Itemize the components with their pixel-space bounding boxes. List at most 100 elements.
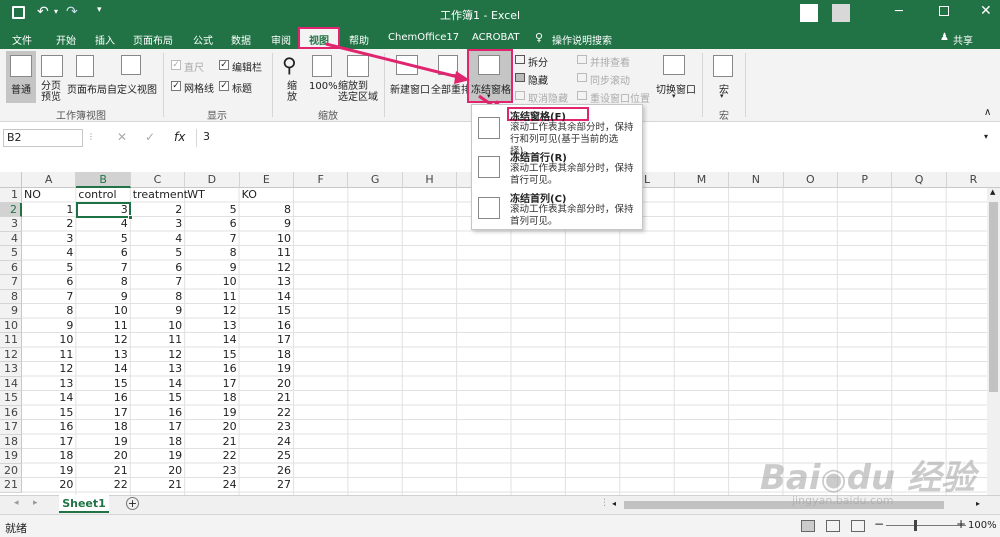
cell[interactable]: 20	[240, 377, 294, 392]
cell[interactable]: 15	[22, 406, 76, 421]
zoom-slider-thumb[interactable]	[914, 520, 917, 531]
cell[interactable]: 9	[22, 319, 76, 334]
cell[interactable]: 19	[76, 435, 130, 450]
column-header-h[interactable]: H	[402, 172, 458, 188]
cell[interactable]: 1	[22, 203, 76, 218]
column-header-n[interactable]: N	[729, 172, 784, 188]
row-header[interactable]: 9	[0, 304, 22, 319]
cell[interactable]: 16	[240, 319, 294, 334]
cell[interactable]: 12	[22, 362, 76, 377]
enter-icon[interactable]: ✓	[145, 130, 155, 144]
cell[interactable]: 17	[22, 435, 76, 450]
cell[interactable]: 7	[185, 232, 239, 247]
cell[interactable]: 18	[22, 449, 76, 464]
cell[interactable]: 6	[76, 246, 130, 261]
column-header-o[interactable]: O	[783, 172, 838, 188]
column-header-r[interactable]: R	[946, 172, 1000, 188]
cell[interactable]: 20	[131, 464, 185, 479]
cancel-icon[interactable]: ✕	[117, 130, 127, 144]
cell[interactable]: 10	[240, 232, 294, 247]
cell[interactable]: 5	[131, 246, 185, 261]
cell[interactable]: 10	[185, 275, 239, 290]
cell[interactable]: 20	[76, 449, 130, 464]
cell[interactable]: 16	[131, 406, 185, 421]
cell[interactable]: 19	[185, 406, 239, 421]
cell[interactable]: 11	[240, 246, 294, 261]
column-header-g[interactable]: G	[348, 172, 403, 188]
cell[interactable]: KO	[240, 188, 294, 203]
cell[interactable]: 18	[131, 435, 185, 450]
row-header[interactable]: 1	[0, 188, 22, 203]
cell[interactable]: 8	[131, 290, 185, 305]
zoom-in-icon[interactable]: +	[956, 517, 966, 531]
cell[interactable]: WT	[185, 188, 239, 203]
scroll-thumb[interactable]	[989, 202, 998, 392]
cell[interactable]: 16	[185, 362, 239, 377]
cell[interactable]: 15	[76, 377, 130, 392]
column-header-c[interactable]: C	[130, 172, 186, 188]
name-box[interactable]: B2	[3, 129, 83, 147]
cell[interactable]: 15	[185, 348, 239, 363]
row-header[interactable]: 16	[0, 405, 22, 420]
cell[interactable]: 9	[131, 304, 185, 319]
cell[interactable]: 17	[131, 420, 185, 435]
fill-handle[interactable]	[128, 215, 133, 220]
cell[interactable]: 20	[185, 420, 239, 435]
row-header[interactable]: 11	[0, 333, 22, 348]
row-header[interactable]: 8	[0, 289, 22, 304]
row-header[interactable]: 19	[0, 449, 22, 464]
cell[interactable]: control	[76, 188, 130, 203]
cell[interactable]: 7	[131, 275, 185, 290]
sheet-tab-sheet1[interactable]: Sheet1	[59, 495, 109, 513]
cell[interactable]: 11	[131, 333, 185, 348]
cell[interactable]: 14	[76, 362, 130, 377]
zoom-slider[interactable]	[886, 525, 966, 526]
cell[interactable]: 25	[240, 449, 294, 464]
cell[interactable]: 12	[240, 261, 294, 276]
cell[interactable]: 15	[240, 304, 294, 319]
row-header[interactable]: 2	[0, 202, 22, 217]
cell[interactable]: 19	[22, 464, 76, 479]
row-header[interactable]: 12	[0, 347, 22, 362]
selected-cell-b2[interactable]	[76, 202, 131, 218]
cell[interactable]: 9	[185, 261, 239, 276]
column-header-e[interactable]: E	[239, 172, 294, 188]
cell[interactable]: 8	[22, 304, 76, 319]
cell[interactable]: 8	[240, 203, 294, 218]
column-header-a[interactable]: A	[22, 172, 77, 188]
cell[interactable]: 17	[240, 333, 294, 348]
scroll-right-icon[interactable]: ▸	[976, 499, 980, 508]
cell[interactable]: 17	[185, 377, 239, 392]
cell[interactable]: 22	[185, 449, 239, 464]
cell[interactable]: 13	[22, 377, 76, 392]
expand-formula-icon[interactable]: ▾	[984, 132, 988, 141]
cell[interactable]: 21	[185, 435, 239, 450]
column-header-m[interactable]: M	[674, 172, 730, 188]
cell[interactable]: 11	[76, 319, 130, 334]
cell[interactable]: 14	[22, 391, 76, 406]
column-header-d[interactable]: D	[185, 172, 240, 188]
vertical-scrollbar[interactable]: ▲	[987, 188, 1000, 495]
row-header[interactable]: 14	[0, 376, 22, 391]
prev-sheet-icon[interactable]: ◂	[14, 498, 19, 508]
add-sheet-icon[interactable]: +	[126, 497, 139, 510]
cell[interactable]: 22	[76, 478, 130, 493]
cell[interactable]: 16	[76, 391, 130, 406]
cell[interactable]: 14	[185, 333, 239, 348]
cell[interactable]: 22	[240, 406, 294, 421]
row-header[interactable]: 5	[0, 246, 22, 261]
cell[interactable]: 19	[240, 362, 294, 377]
cell[interactable]: 18	[185, 391, 239, 406]
cell[interactable]: 5	[185, 203, 239, 218]
cell[interactable]: 18	[76, 420, 130, 435]
select-all-corner[interactable]	[0, 172, 22, 188]
page-layout-status-icon[interactable]	[826, 520, 840, 532]
cell[interactable]: 13	[76, 348, 130, 363]
insert-function-icon[interactable]: fx	[174, 130, 185, 144]
cell[interactable]: 20	[22, 478, 76, 493]
row-header[interactable]: 21	[0, 478, 22, 493]
cell[interactable]: 21	[240, 391, 294, 406]
cell[interactable]: 18	[240, 348, 294, 363]
row-header[interactable]: 13	[0, 362, 22, 377]
cell[interactable]: 13	[185, 319, 239, 334]
